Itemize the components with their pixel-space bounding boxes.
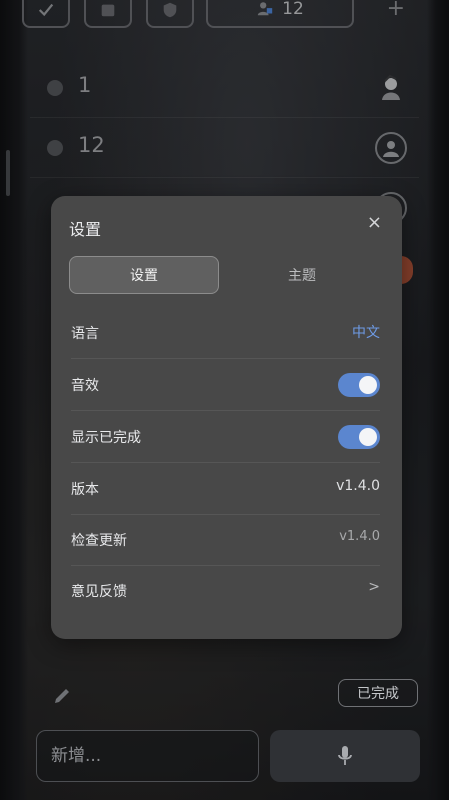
setting-feedback[interactable]: 意见反馈 > [71, 565, 380, 617]
version-value: v1.4.0 [336, 478, 380, 494]
tab-theme[interactable]: 主题 [227, 256, 377, 294]
toggle-knob [359, 428, 377, 446]
setting-sound: 音效 [71, 359, 380, 411]
setting-label: 语言 [71, 326, 99, 342]
setting-version: 版本 v1.4.0 [71, 463, 380, 515]
setting-language[interactable]: 语言 中文 [71, 307, 380, 359]
chevron-right-icon: > [368, 579, 380, 595]
setting-label: 意见反馈 [71, 584, 127, 600]
settings-modal: 设置 × 设置 主题 语言 中文 音效 显示已完成 版本 v1.4.0 检查更新… [51, 196, 402, 639]
update-version-value: v1.4.0 [339, 529, 380, 544]
setting-show-completed: 显示已完成 [71, 411, 380, 463]
tab-settings[interactable]: 设置 [69, 256, 219, 294]
voice-input-button[interactable] [270, 730, 420, 782]
sound-toggle[interactable] [338, 373, 380, 397]
setting-label: 音效 [71, 378, 99, 394]
modal-title: 设置 [69, 220, 102, 239]
pencil-icon[interactable] [52, 686, 72, 710]
setting-label: 检查更新 [71, 533, 127, 549]
settings-tabs: 设置 主题 [69, 256, 383, 294]
app-screen: 12 + 1 12 设置 × 设置 主题 语言 中文 音效 显示已完成 版本 v… [0, 0, 449, 800]
toggle-knob [359, 376, 377, 394]
completed-filter-button[interactable]: 已完成 [338, 679, 418, 707]
show-completed-toggle[interactable] [338, 425, 380, 449]
language-value[interactable]: 中文 [352, 322, 380, 342]
setting-check-update[interactable]: 检查更新 v1.4.0 [71, 514, 380, 566]
new-task-input[interactable] [36, 730, 259, 782]
microphone-icon [338, 746, 352, 765]
setting-label: 显示已完成 [71, 430, 141, 446]
setting-label: 版本 [71, 482, 99, 498]
close-icon[interactable]: × [367, 212, 382, 233]
